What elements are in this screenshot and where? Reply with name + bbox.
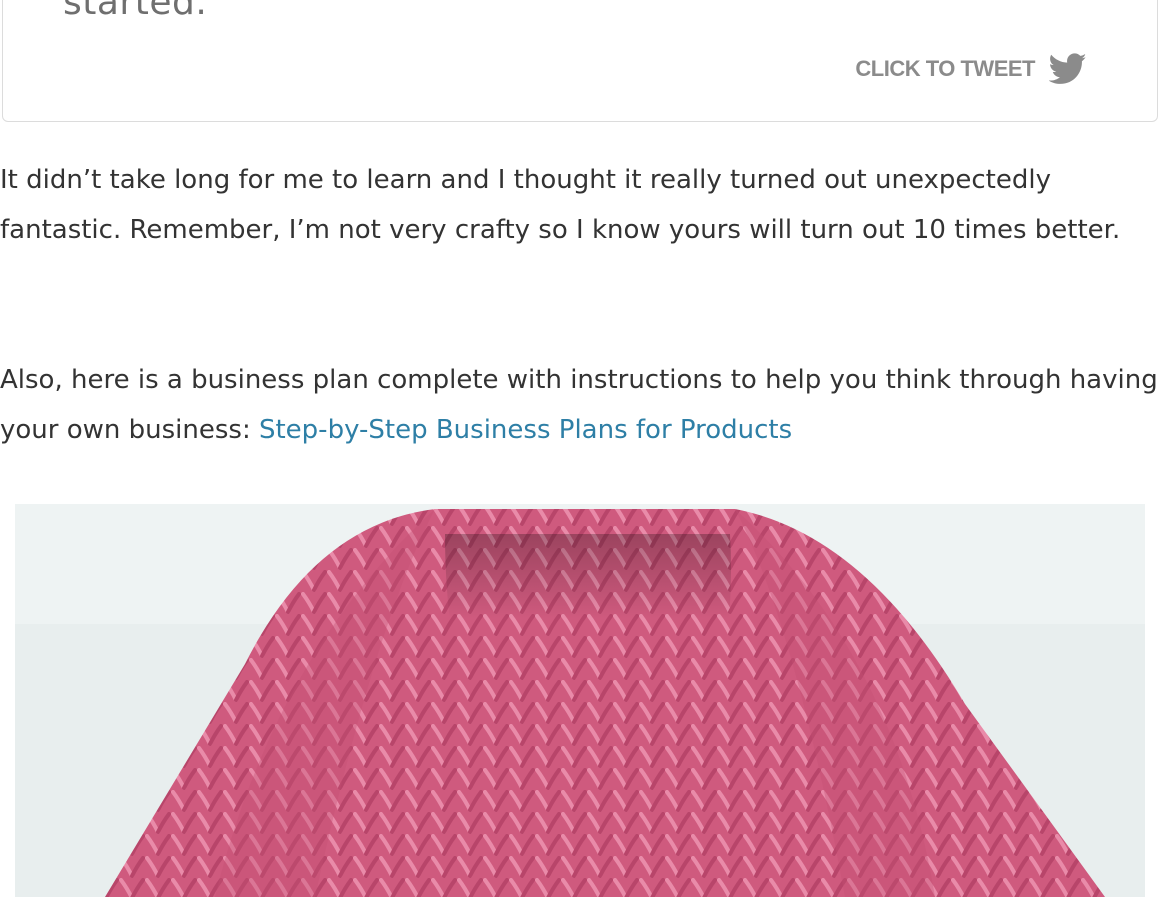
twitter-bird-icon	[1048, 53, 1087, 85]
click-to-tweet-label: CLICK TO TWEET	[855, 56, 1035, 81]
click-to-tweet-button[interactable]: CLICK TO TWEET	[855, 53, 1087, 85]
article-paragraph-1: It didn’t take long for me to learn and …	[0, 165, 1121, 245]
article-paragraph-2: Also, here is a business plan complete w…	[0, 355, 1168, 455]
click-to-tweet-box: started. CLICK TO TWEET	[2, 0, 1158, 122]
pink-knit-cowl-photo	[15, 504, 1145, 897]
page: started. CLICK TO TWEET It didn’t take l…	[0, 0, 1170, 897]
business-plans-link[interactable]: Step-by-Step Business Plans for Products	[259, 415, 792, 445]
tweet-quote-text: started.	[63, 0, 208, 23]
